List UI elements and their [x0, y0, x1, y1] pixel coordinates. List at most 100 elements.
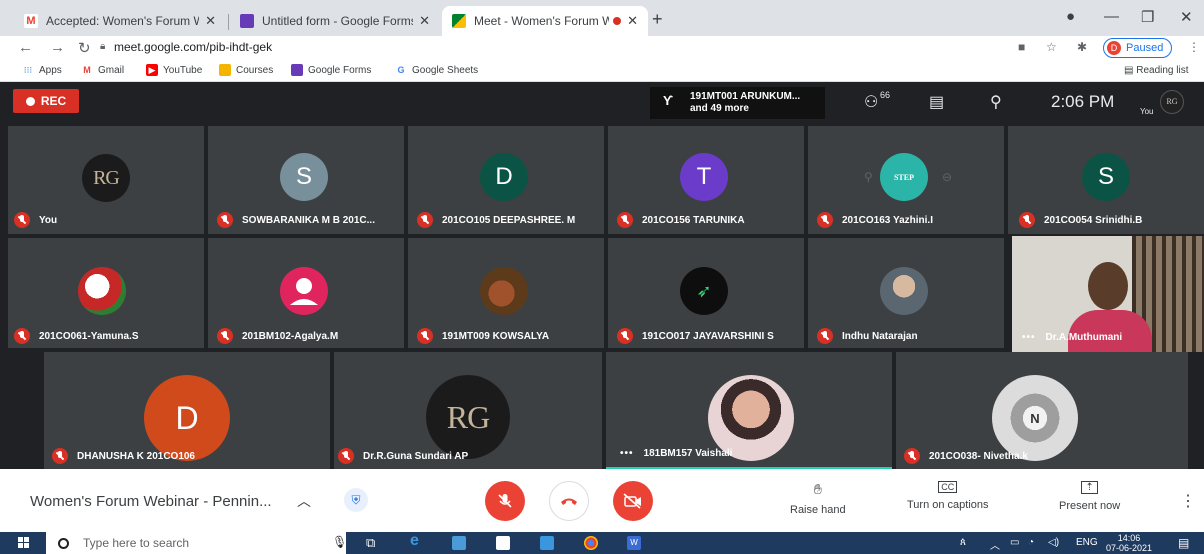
participant-tile[interactable]: RG You — [8, 126, 204, 234]
participant-tile[interactable]: S 201CO054 Srinidhi.B — [1008, 126, 1204, 234]
camera-toggle-button[interactable] — [613, 481, 653, 521]
avatar: S — [280, 153, 328, 201]
camera-in-use-icon[interactable]: ■ — [1018, 40, 1025, 54]
pin-icon[interactable]: ⚲ — [864, 170, 873, 184]
restore-icon[interactable]: ❐ — [1141, 8, 1154, 26]
bookmark-courses[interactable]: Courses — [219, 64, 273, 76]
store-icon[interactable] — [496, 536, 510, 550]
presenter-indicator[interactable]: ϒ 191MT001 ARUNKUM... and 49 more — [650, 87, 825, 119]
profile-button[interactable]: D Paused — [1103, 38, 1173, 58]
battery-icon[interactable]: ▭ — [1010, 537, 1019, 548]
tray-expand-icon[interactable]: ︿ — [990, 537, 1000, 552]
participant-tile[interactable]: 191MT009 KOWSALYA — [408, 238, 604, 348]
leave-call-button[interactable] — [549, 481, 589, 521]
participant-tile[interactable]: ➶ 191CO017 JAYAVARSHINI S — [608, 238, 804, 348]
present-now-button[interactable]: ⇡ Present now — [1059, 481, 1120, 512]
avatar — [78, 267, 126, 315]
volume-icon[interactable]: ◁) — [1048, 537, 1059, 548]
bookmark-youtube[interactable]: ▶ YouTube — [146, 64, 202, 76]
camera-off-icon — [623, 493, 641, 509]
bookmark-gmail[interactable]: M Gmail — [81, 64, 124, 76]
bookmarks-bar: ⁝⁝⁝ Apps M Gmail ▶ YouTube Courses Googl… — [0, 60, 1204, 82]
task-view-icon[interactable]: ⧉ — [366, 535, 375, 551]
chevron-up-icon[interactable]: ︿ — [297, 491, 311, 511]
microphone-icon[interactable]: 🎙︎ — [332, 535, 347, 549]
close-tab-icon[interactable]: ✕ — [627, 13, 638, 29]
profile-menu-icon[interactable]: ● — [1066, 8, 1075, 25]
file-explorer-icon[interactable] — [452, 536, 466, 550]
participant-tile[interactable]: T 201CO156 TARUNIKA — [608, 126, 804, 234]
close-tab-icon[interactable]: ✕ — [205, 13, 216, 29]
participant-tile[interactable]: STEP ⚲ ⊖ 201CO163 Yazhini.I — [808, 126, 1004, 234]
taskbar-clock[interactable]: 14:06 07-06-2021 — [1106, 533, 1152, 553]
mic-off-icon — [904, 448, 920, 464]
participant-tile[interactable]: 201CO061-Yamuna.S — [8, 238, 204, 348]
participant-tile[interactable]: Indhu Natarajan — [808, 238, 1004, 348]
browser-menu-icon[interactable]: ⋮ — [1188, 40, 1200, 54]
back-icon[interactable]: ← — [18, 39, 33, 56]
taskbar-search[interactable]: Type here to search 🎙︎ — [46, 532, 347, 554]
reading-list-icon: ▤ — [1124, 65, 1137, 76]
mail-icon[interactable] — [540, 536, 554, 550]
participant-tile[interactable]: N 201CO038- Nivetha.k — [896, 352, 1188, 470]
windows-start-icon[interactable] — [18, 537, 30, 549]
chrome-icon[interactable] — [584, 536, 598, 550]
wifi-icon[interactable]: ◔ — [1028, 537, 1034, 548]
people-icon[interactable]: ⚇ — [864, 92, 878, 112]
more-options-icon[interactable]: ⋮ — [1180, 491, 1196, 511]
captions-button[interactable]: CC Turn on captions — [907, 481, 989, 511]
people-icon[interactable]: ጰ — [960, 537, 966, 548]
extensions-icon[interactable]: ✱ — [1077, 40, 1087, 54]
bookmark-apps[interactable]: ⁝⁝⁝ Apps — [22, 64, 62, 76]
participant-name: 181BM157 Vaishali — [643, 448, 733, 459]
tab-gmail[interactable]: M Accepted: Women's Forum Webi ✕ — [14, 6, 226, 36]
tab-google-forms[interactable]: Untitled form - Google Forms ✕ — [230, 6, 440, 36]
tab-google-meet[interactable]: Meet - Women's Forum Wel ✕ — [442, 6, 648, 36]
participant-video-tile[interactable]: ••• Dr.A.Muthumani — [1012, 236, 1204, 352]
bookmark-google-sheets[interactable]: G Google Sheets — [395, 64, 478, 76]
participant-tile[interactable]: S SOWBARANIKA M B 201C... — [208, 126, 404, 234]
close-window-icon[interactable]: ✕ — [1180, 8, 1193, 26]
forward-icon[interactable]: → — [50, 39, 65, 56]
avatar: D — [1107, 41, 1121, 55]
new-tab-icon[interactable]: + — [652, 9, 663, 30]
speaker-saree — [1068, 310, 1152, 352]
input-language[interactable]: ENG — [1076, 537, 1098, 548]
bookmark-star-icon[interactable]: ☆ — [1046, 40, 1057, 54]
meeting-title[interactable]: Women's Forum Webinar - Pennin... — [30, 493, 272, 510]
mic-off-icon — [417, 328, 433, 344]
activities-icon[interactable]: ⚲ — [990, 92, 1002, 112]
avatar — [280, 267, 328, 315]
reload-icon[interactable]: ↻ — [78, 39, 91, 57]
mute-participant-icon[interactable]: ⊖ — [942, 170, 952, 184]
close-tab-icon[interactable]: ✕ — [419, 13, 430, 29]
minimize-icon[interactable]: — — [1104, 8, 1119, 25]
meet-controls-bar: Women's Forum Webinar - Pennin... ︿ ⛨ ✋︎… — [0, 469, 1204, 532]
mic-off-icon — [417, 212, 433, 228]
edge-icon[interactable]: e — [410, 532, 424, 549]
address-bar[interactable]: meet.google.com/pib-ihdt-gek — [114, 40, 272, 54]
mic-off-icon — [498, 494, 512, 508]
notifications-icon[interactable]: ▤ — [1178, 536, 1189, 550]
app-icon[interactable]: W — [627, 536, 641, 550]
more-options-icon[interactable]: ••• — [620, 448, 634, 459]
participant-tile[interactable]: D 201CO105 DEEPASHREE. M — [408, 126, 604, 234]
raise-hand-button[interactable]: ✋︎ Raise hand — [790, 481, 846, 516]
mic-toggle-button[interactable] — [485, 481, 525, 521]
participant-tile-speaking[interactable]: ••• 181BM157 Vaishali — [606, 352, 892, 470]
mic-off-icon — [14, 212, 30, 228]
mic-off-icon — [14, 328, 30, 344]
host-controls-icon[interactable]: ⛨ — [344, 488, 368, 512]
chat-icon[interactable]: ▤ — [929, 92, 944, 112]
reading-list[interactable]: ▤ Reading list — [1124, 65, 1189, 76]
participant-tile[interactable]: 201BM102-Agalya.M — [208, 238, 404, 348]
more-options-icon[interactable]: ••• — [1022, 332, 1036, 343]
participant-tile[interactable]: RG Dr.R.Guna Sundari AP — [334, 352, 602, 470]
bookmark-google-forms[interactable]: Google Forms — [291, 64, 371, 76]
participant-tile[interactable]: D DHANUSHA K 201CO106 — [44, 352, 330, 470]
recording-badge: REC — [13, 89, 79, 113]
avatar: S — [1082, 153, 1130, 201]
windows-taskbar: Type here to search 🎙︎ ⧉ e W ጰ ︿ ▭ ◔ ◁) … — [0, 532, 1204, 554]
self-avatar[interactable]: RG — [1160, 90, 1184, 114]
avatar: RG — [426, 375, 510, 459]
